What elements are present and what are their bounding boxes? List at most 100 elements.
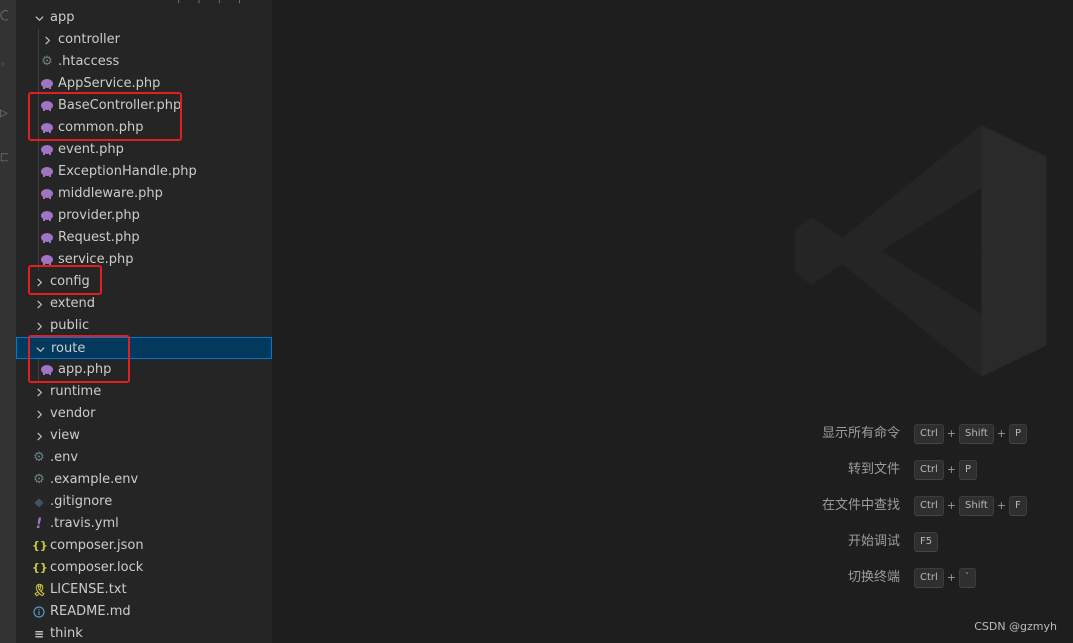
tree-file-row[interactable]: service.php bbox=[16, 249, 272, 271]
tree-file-row[interactable]: common.php bbox=[16, 117, 272, 139]
shortcut-row: 显示所有命令 Ctrl + Shift + P bbox=[272, 423, 1073, 445]
chevron-right-icon bbox=[34, 403, 44, 425]
keycap: Ctrl bbox=[914, 460, 944, 480]
tree-file-row[interactable]: middleware.php bbox=[16, 183, 272, 205]
tree-item-label: .example.env bbox=[50, 472, 139, 487]
tree-folder-row[interactable]: view bbox=[16, 425, 272, 447]
tree-folder-row[interactable]: extend bbox=[16, 293, 272, 315]
tree-file-row[interactable]: README.md bbox=[16, 601, 272, 623]
shortcut-label: 开始调试 bbox=[847, 534, 900, 549]
tree-file-row[interactable]: AppService.php bbox=[16, 73, 272, 95]
gear-icon: ⚙ bbox=[33, 472, 45, 487]
tree-item-label: AppService.php bbox=[58, 76, 161, 91]
tree-file-row[interactable]: 🎗 LICENSE.txt bbox=[16, 579, 272, 601]
tree-item-label: middleware.php bbox=[58, 186, 163, 201]
exclamation-icon: ! bbox=[35, 516, 43, 532]
tree-item-label: extend bbox=[50, 296, 96, 311]
shortcut-keys: Ctrl + P bbox=[914, 459, 978, 482]
tree-folder-row[interactable]: route bbox=[16, 337, 272, 359]
tree-folder-row[interactable]: vendor bbox=[16, 403, 272, 425]
tree-item-label: event.php bbox=[58, 142, 124, 157]
php-elephant-icon bbox=[40, 73, 54, 95]
shortcut-row: 在文件中查找 Ctrl + Shift + F bbox=[272, 495, 1073, 517]
chevron-right-icon bbox=[34, 293, 44, 315]
chevron-right-icon bbox=[34, 425, 44, 447]
tree-folder-row[interactable]: controller bbox=[16, 29, 272, 51]
tree-file-row[interactable]: ! .travis.yml bbox=[16, 513, 272, 535]
tree-item-label: LICENSE.txt bbox=[50, 582, 127, 597]
tree-file-row[interactable]: ◆ .gitignore bbox=[16, 491, 272, 513]
activity-bar: ◯ ◦ ▷ □ bbox=[0, 0, 16, 643]
indent-guide bbox=[38, 29, 39, 271]
search-icon[interactable]: ◦ bbox=[0, 60, 8, 72]
tree-folder-row[interactable]: app bbox=[16, 7, 272, 29]
tree-file-row[interactable]: provider.php bbox=[16, 205, 272, 227]
tree-item-label: Request.php bbox=[58, 230, 140, 245]
git-diamond-icon: ◆ bbox=[34, 495, 44, 509]
php-elephant-icon bbox=[40, 139, 54, 161]
keycap: Shift bbox=[959, 424, 994, 444]
chevron-down-icon bbox=[34, 7, 44, 29]
lines-icon: ≡ bbox=[33, 627, 45, 641]
tree-folder-row[interactable]: public bbox=[16, 315, 272, 337]
tree-item-label: BaseController.php bbox=[58, 98, 182, 113]
tree-item-label: .travis.yml bbox=[50, 516, 119, 531]
vscode-watermark-logo bbox=[795, 125, 1047, 377]
tree-file-row[interactable]: event.php bbox=[16, 139, 272, 161]
tree-folder-row[interactable]: config bbox=[16, 271, 272, 293]
tree-folder-row[interactable]: runtime bbox=[16, 381, 272, 403]
tree-file-row[interactable]: {} composer.lock bbox=[16, 557, 272, 579]
tree-file-row[interactable]: ⚙ .env bbox=[16, 447, 272, 469]
shortcut-keys: F5 bbox=[914, 531, 939, 553]
php-elephant-icon bbox=[40, 359, 54, 381]
keycap: F bbox=[1008, 496, 1027, 516]
shortcut-label: 显示所有命令 bbox=[821, 426, 900, 441]
php-elephant-icon bbox=[40, 161, 54, 183]
tree-item-label: think bbox=[50, 626, 83, 641]
info-icon bbox=[32, 601, 46, 623]
tree-file-row[interactable]: ExceptionHandle.php bbox=[16, 161, 272, 183]
keycap: ` bbox=[959, 568, 977, 588]
php-elephant-icon bbox=[40, 183, 54, 205]
keycap: P bbox=[1008, 424, 1027, 444]
shortcut-row: 转到文件 Ctrl + P bbox=[272, 459, 1073, 481]
shortcut-keys: Ctrl + Shift + P bbox=[914, 423, 1027, 446]
tree-item-label: ExceptionHandle.php bbox=[58, 164, 197, 179]
php-elephant-icon bbox=[40, 95, 54, 117]
tree-file-row[interactable]: ≡ think bbox=[16, 623, 272, 643]
tree-item-label: provider.php bbox=[58, 208, 140, 223]
shortcut-label: 转到文件 bbox=[847, 462, 900, 477]
explorer-icon[interactable]: ◯ bbox=[0, 10, 8, 22]
tree-item-label: service.php bbox=[58, 252, 134, 267]
tree-item-label: vendor bbox=[50, 406, 96, 421]
keycap: Ctrl bbox=[914, 424, 944, 444]
tree-item-label: .gitignore bbox=[50, 494, 113, 509]
tree-file-row[interactable]: BaseController.php bbox=[16, 95, 272, 117]
plus-sign: + bbox=[996, 499, 1006, 512]
tree-file-row[interactable]: {} composer.json bbox=[16, 535, 272, 557]
json-braces-icon: {} bbox=[32, 539, 48, 552]
chevron-right-icon bbox=[42, 29, 52, 51]
run-debug-icon[interactable]: ▷ bbox=[0, 108, 8, 120]
license-ribbon-icon: 🎗 bbox=[32, 583, 48, 597]
php-elephant-icon bbox=[40, 227, 54, 249]
tree-item-label: public bbox=[50, 318, 90, 333]
tree-file-row[interactable]: app.php bbox=[16, 359, 272, 381]
keycap: P bbox=[959, 460, 978, 480]
extensions-icon[interactable]: □ bbox=[0, 152, 8, 164]
keycap: Ctrl bbox=[914, 496, 944, 516]
tree-file-row[interactable]: Request.php bbox=[16, 227, 272, 249]
php-elephant-icon bbox=[40, 205, 54, 227]
tree-file-row[interactable]: ⚙ .htaccess bbox=[16, 51, 272, 73]
tree-item-label: .env bbox=[50, 450, 79, 465]
shortcut-keys: Ctrl + ` bbox=[914, 567, 977, 590]
shortcut-label: 在文件中查找 bbox=[821, 498, 900, 513]
shortcut-row: 切换终端 Ctrl + ` bbox=[272, 567, 1073, 589]
php-elephant-icon bbox=[40, 249, 54, 271]
tree-file-row[interactable]: ⚙ .example.env bbox=[16, 469, 272, 491]
gear-icon: ⚙ bbox=[33, 450, 45, 465]
tree-item-label: composer.lock bbox=[50, 560, 144, 575]
tree-item-label: route bbox=[51, 341, 86, 356]
gear-icon: ⚙ bbox=[41, 54, 53, 69]
plus-sign: + bbox=[946, 499, 957, 512]
